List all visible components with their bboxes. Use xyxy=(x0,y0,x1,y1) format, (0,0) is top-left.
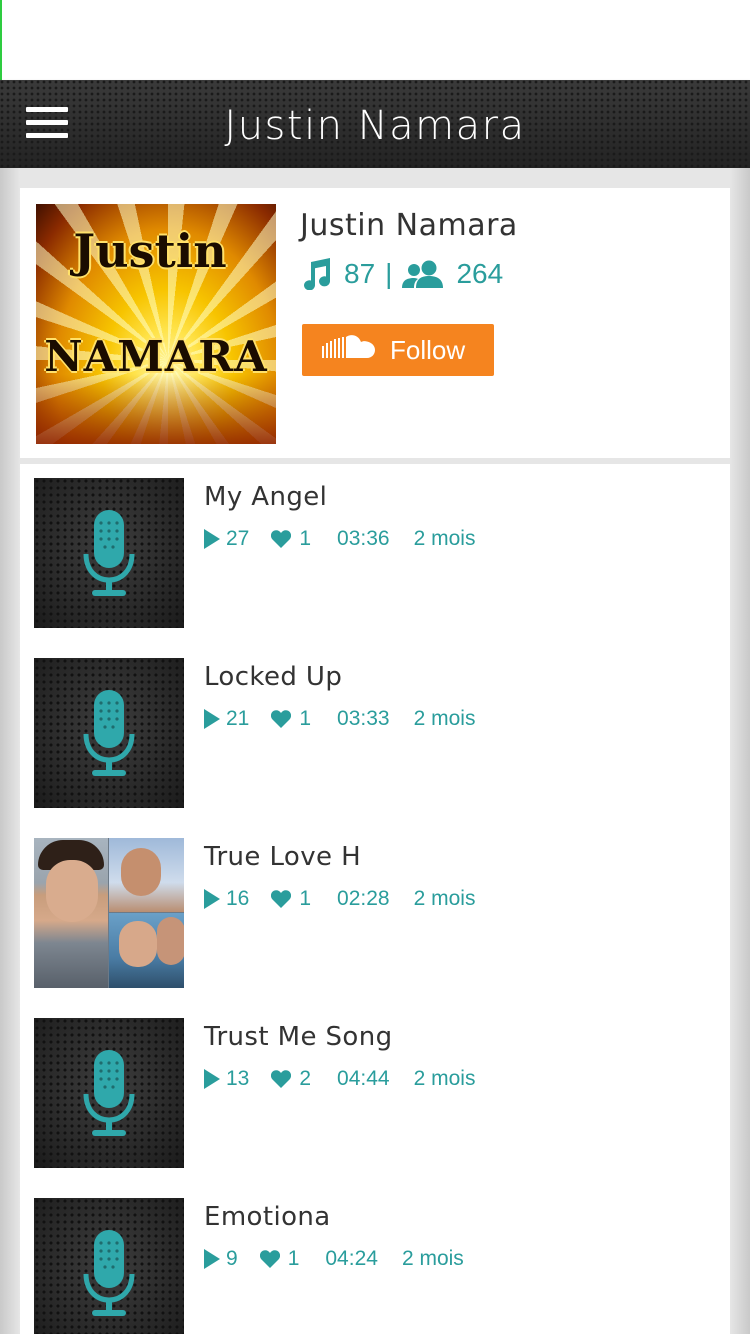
like-count: 1 xyxy=(299,527,312,550)
tracks-count: 87 xyxy=(344,258,376,289)
track-item[interactable]: Trust Me Song 13 2 04:44 2 mois xyxy=(34,1018,724,1168)
play-icon xyxy=(204,529,220,549)
profile-name: Justin Namara xyxy=(300,208,518,243)
heart-icon xyxy=(271,890,292,908)
track-item[interactable]: Emotiona 9 1 04:24 2 mois xyxy=(34,1198,724,1334)
track-duration: 04:24 xyxy=(325,1247,378,1270)
follow-label: Follow xyxy=(390,334,466,365)
top-navbar: Justin Namara xyxy=(0,80,750,168)
track-age: 2 mois xyxy=(413,887,476,910)
track-title: Locked Up xyxy=(204,662,343,692)
track-title: Trust Me Song xyxy=(204,1022,393,1052)
heart-icon xyxy=(271,530,292,548)
track-duration: 03:36 xyxy=(337,527,390,550)
track-meta: 21 1 03:33 2 mois xyxy=(204,704,475,734)
track-duration: 03:33 xyxy=(337,707,390,730)
track-thumbnail xyxy=(34,658,184,808)
track-meta: 16 1 02:28 2 mois xyxy=(204,884,475,914)
main-content: Justin NAMARA Justin Namara 87 | 264 Fol… xyxy=(0,168,750,1334)
stats-separator: | xyxy=(385,258,393,289)
track-title: True Love H xyxy=(204,842,362,872)
track-meta: 27 1 03:36 2 mois xyxy=(204,524,475,554)
track-meta: 9 1 04:24 2 mois xyxy=(204,1244,464,1274)
play-count: 13 xyxy=(226,1067,250,1090)
follow-button[interactable]: Follow xyxy=(302,324,494,376)
play-count: 16 xyxy=(226,887,250,910)
track-duration: 04:44 xyxy=(337,1067,390,1090)
heart-icon xyxy=(271,1070,292,1088)
avatar-text-bottom: NAMARA xyxy=(44,332,268,381)
microphone-icon xyxy=(83,690,135,776)
like-count: 2 xyxy=(299,1067,312,1090)
heart-icon xyxy=(271,710,292,728)
track-age: 2 mois xyxy=(413,527,476,550)
play-icon xyxy=(204,709,220,729)
track-age: 2 mois xyxy=(413,1067,476,1090)
followers-count: 264 xyxy=(456,258,504,289)
track-title: My Angel xyxy=(204,482,328,512)
like-count: 1 xyxy=(299,707,312,730)
music-note-icon xyxy=(302,258,332,290)
page-title: Justin Namara xyxy=(224,103,526,149)
avatar-text-top: Justin xyxy=(73,224,227,278)
play-count: 27 xyxy=(226,527,250,550)
play-icon xyxy=(204,1069,220,1089)
tracks-list: My Angel 27 1 03:36 2 mois Locked Up 21 … xyxy=(20,464,730,1334)
play-icon xyxy=(204,1249,220,1269)
profile-avatar[interactable]: Justin NAMARA xyxy=(36,204,276,444)
play-icon xyxy=(204,889,220,909)
track-age: 2 mois xyxy=(401,1247,464,1270)
heart-icon xyxy=(259,1250,280,1268)
track-thumbnail xyxy=(34,478,184,628)
status-bar xyxy=(0,0,750,80)
like-count: 1 xyxy=(299,887,312,910)
track-thumbnail xyxy=(34,1198,184,1334)
like-count: 1 xyxy=(287,1247,300,1270)
soundcloud-icon xyxy=(322,334,376,367)
microphone-icon xyxy=(83,1050,135,1136)
track-item[interactable]: True Love H 16 1 02:28 2 mois xyxy=(34,838,724,988)
track-item[interactable]: My Angel 27 1 03:36 2 mois xyxy=(34,478,724,628)
play-count: 21 xyxy=(226,707,250,730)
track-thumbnail xyxy=(34,1018,184,1168)
track-duration: 02:28 xyxy=(337,887,390,910)
profile-card: Justin NAMARA Justin Namara 87 | 264 Fol… xyxy=(20,188,730,458)
play-count: 9 xyxy=(226,1247,238,1270)
track-title: Emotiona xyxy=(204,1202,331,1232)
track-age: 2 mois xyxy=(413,707,476,730)
microphone-icon xyxy=(83,510,135,596)
track-meta: 13 2 04:44 2 mois xyxy=(204,1064,475,1094)
profile-stats: 87 | 264 xyxy=(302,254,503,294)
photo-collage xyxy=(34,838,184,988)
users-icon xyxy=(402,260,444,288)
track-item[interactable]: Locked Up 21 1 03:33 2 mois xyxy=(34,658,724,808)
microphone-icon xyxy=(83,1230,135,1316)
